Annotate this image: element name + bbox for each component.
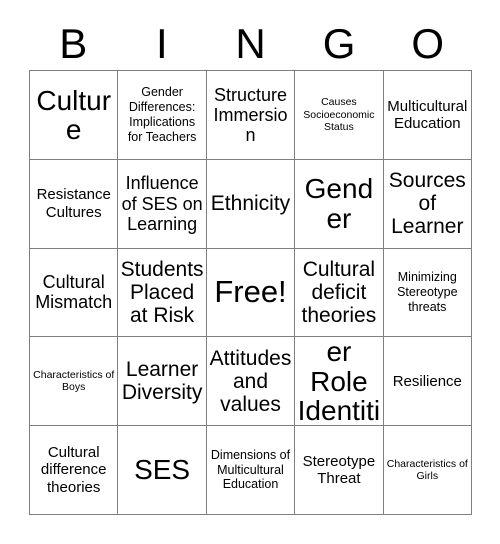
bingo-cell-o4[interactable]: Resilience	[383, 337, 472, 427]
bingo-cell-i4[interactable]: Learner Diversity	[118, 337, 207, 427]
bingo-cell-o1[interactable]: Multicultural Education	[383, 71, 472, 160]
bingo-cell-g5[interactable]: Stereotype Threat	[295, 426, 384, 515]
bingo-cell-label: Cultural Mismatch	[35, 272, 113, 313]
bingo-cell-o5[interactable]: Characteristics of Girls	[383, 426, 472, 515]
bingo-cell-label: Structure Immersion	[213, 84, 288, 145]
bingo-cell-label: Characteristics of Girls	[386, 457, 468, 483]
bingo-cell-b2[interactable]: Resistance Cultures	[30, 159, 119, 249]
bingo-cell-o2[interactable]: Sources of Learner	[383, 159, 472, 249]
bingo-cell-label: SES	[134, 454, 191, 486]
bingo-cell-label: Influence of SES on Learning	[121, 173, 203, 234]
bingo-cell-label: Gender	[304, 173, 374, 234]
bingo-cell-b5[interactable]: Cultural difference theories	[30, 426, 119, 515]
bingo-cell-n4[interactable]: Attitudes and values	[206, 337, 296, 427]
bingo-cell-o3[interactable]: Minimizing Stereotype threats	[383, 248, 472, 338]
bingo-cell-i2[interactable]: Influence of SES on Learning	[118, 159, 207, 249]
bingo-cell-label: Dimensions of Multicultural Education	[210, 447, 291, 492]
bingo-cell-label: Gender Differences: Implications for Tea…	[127, 85, 197, 144]
bingo-header-letter-g: G	[322, 20, 356, 67]
bingo-cell-g4[interactable]: Gender Role Identitiy	[295, 337, 384, 427]
bingo-cell-g1[interactable]: Causes Socioeconomic Status	[295, 71, 384, 160]
bingo-cell-i3[interactable]: Students Placed at Risk	[118, 248, 207, 338]
bingo-cell-n2[interactable]: Ethnicity	[206, 159, 296, 249]
bingo-header-letter-i: I	[156, 20, 168, 67]
bingo-cell-label: Gender Role Identitiy	[297, 337, 381, 426]
bingo-cell-label: Cultural deficit theories	[301, 257, 377, 328]
bingo-cell-label: Multicultural Education	[387, 97, 468, 132]
bingo-header-letter-o: O	[411, 20, 445, 67]
bingo-cell-label: Stereotype Threat	[302, 452, 376, 488]
bingo-cell-b1[interactable]: Culture	[30, 71, 119, 160]
bingo-free-space-label: Free!	[214, 274, 287, 310]
bingo-cell-n5[interactable]: Dimensions of Multicultural Education	[206, 426, 296, 515]
bingo-cell-i5[interactable]: SES	[118, 426, 207, 515]
bingo-cell-label: Cultural difference theories	[40, 444, 107, 496]
bingo-header-letter-b: B	[59, 20, 88, 67]
bingo-cell-g2[interactable]: Gender	[295, 159, 384, 249]
bingo-cell-b3[interactable]: Cultural Mismatch	[30, 248, 119, 338]
bingo-card: B I N G O Culture Gender Differences: Im…	[0, 0, 500, 544]
bingo-cell-label: Resilience	[392, 372, 462, 390]
bingo-cell-label: Characteristics of Boys	[33, 368, 115, 394]
bingo-header-letter-n: N	[235, 20, 266, 67]
bingo-cell-g3[interactable]: Cultural deficit theories	[295, 248, 384, 338]
bingo-cell-label: Causes Socioeconomic Status	[303, 96, 375, 134]
bingo-cell-label: Minimizing Stereotype threats	[397, 270, 458, 314]
bingo-cell-i1[interactable]: Gender Differences: Implications for Tea…	[118, 71, 207, 160]
bingo-grid: Culture Gender Differences: Implications…	[29, 70, 472, 515]
bingo-header-row: B I N G O	[29, 19, 472, 69]
bingo-cell-b4[interactable]: Characteristics of Boys	[30, 337, 119, 427]
bingo-cell-n1[interactable]: Structure Immersion	[206, 71, 296, 160]
bingo-cell-free[interactable]: Free!	[206, 248, 296, 338]
bingo-cell-label: Learner Diversity	[121, 358, 203, 405]
bingo-cell-label: Sources of Learner	[388, 169, 466, 239]
bingo-cell-label: Ethnicity	[210, 192, 291, 216]
bingo-cell-label: Attitudes and values	[209, 346, 292, 416]
bingo-cell-label: Culture	[36, 84, 112, 145]
bingo-cell-label: Students Placed at Risk	[120, 257, 204, 328]
bingo-cell-label: Resistance Cultures	[36, 186, 111, 221]
